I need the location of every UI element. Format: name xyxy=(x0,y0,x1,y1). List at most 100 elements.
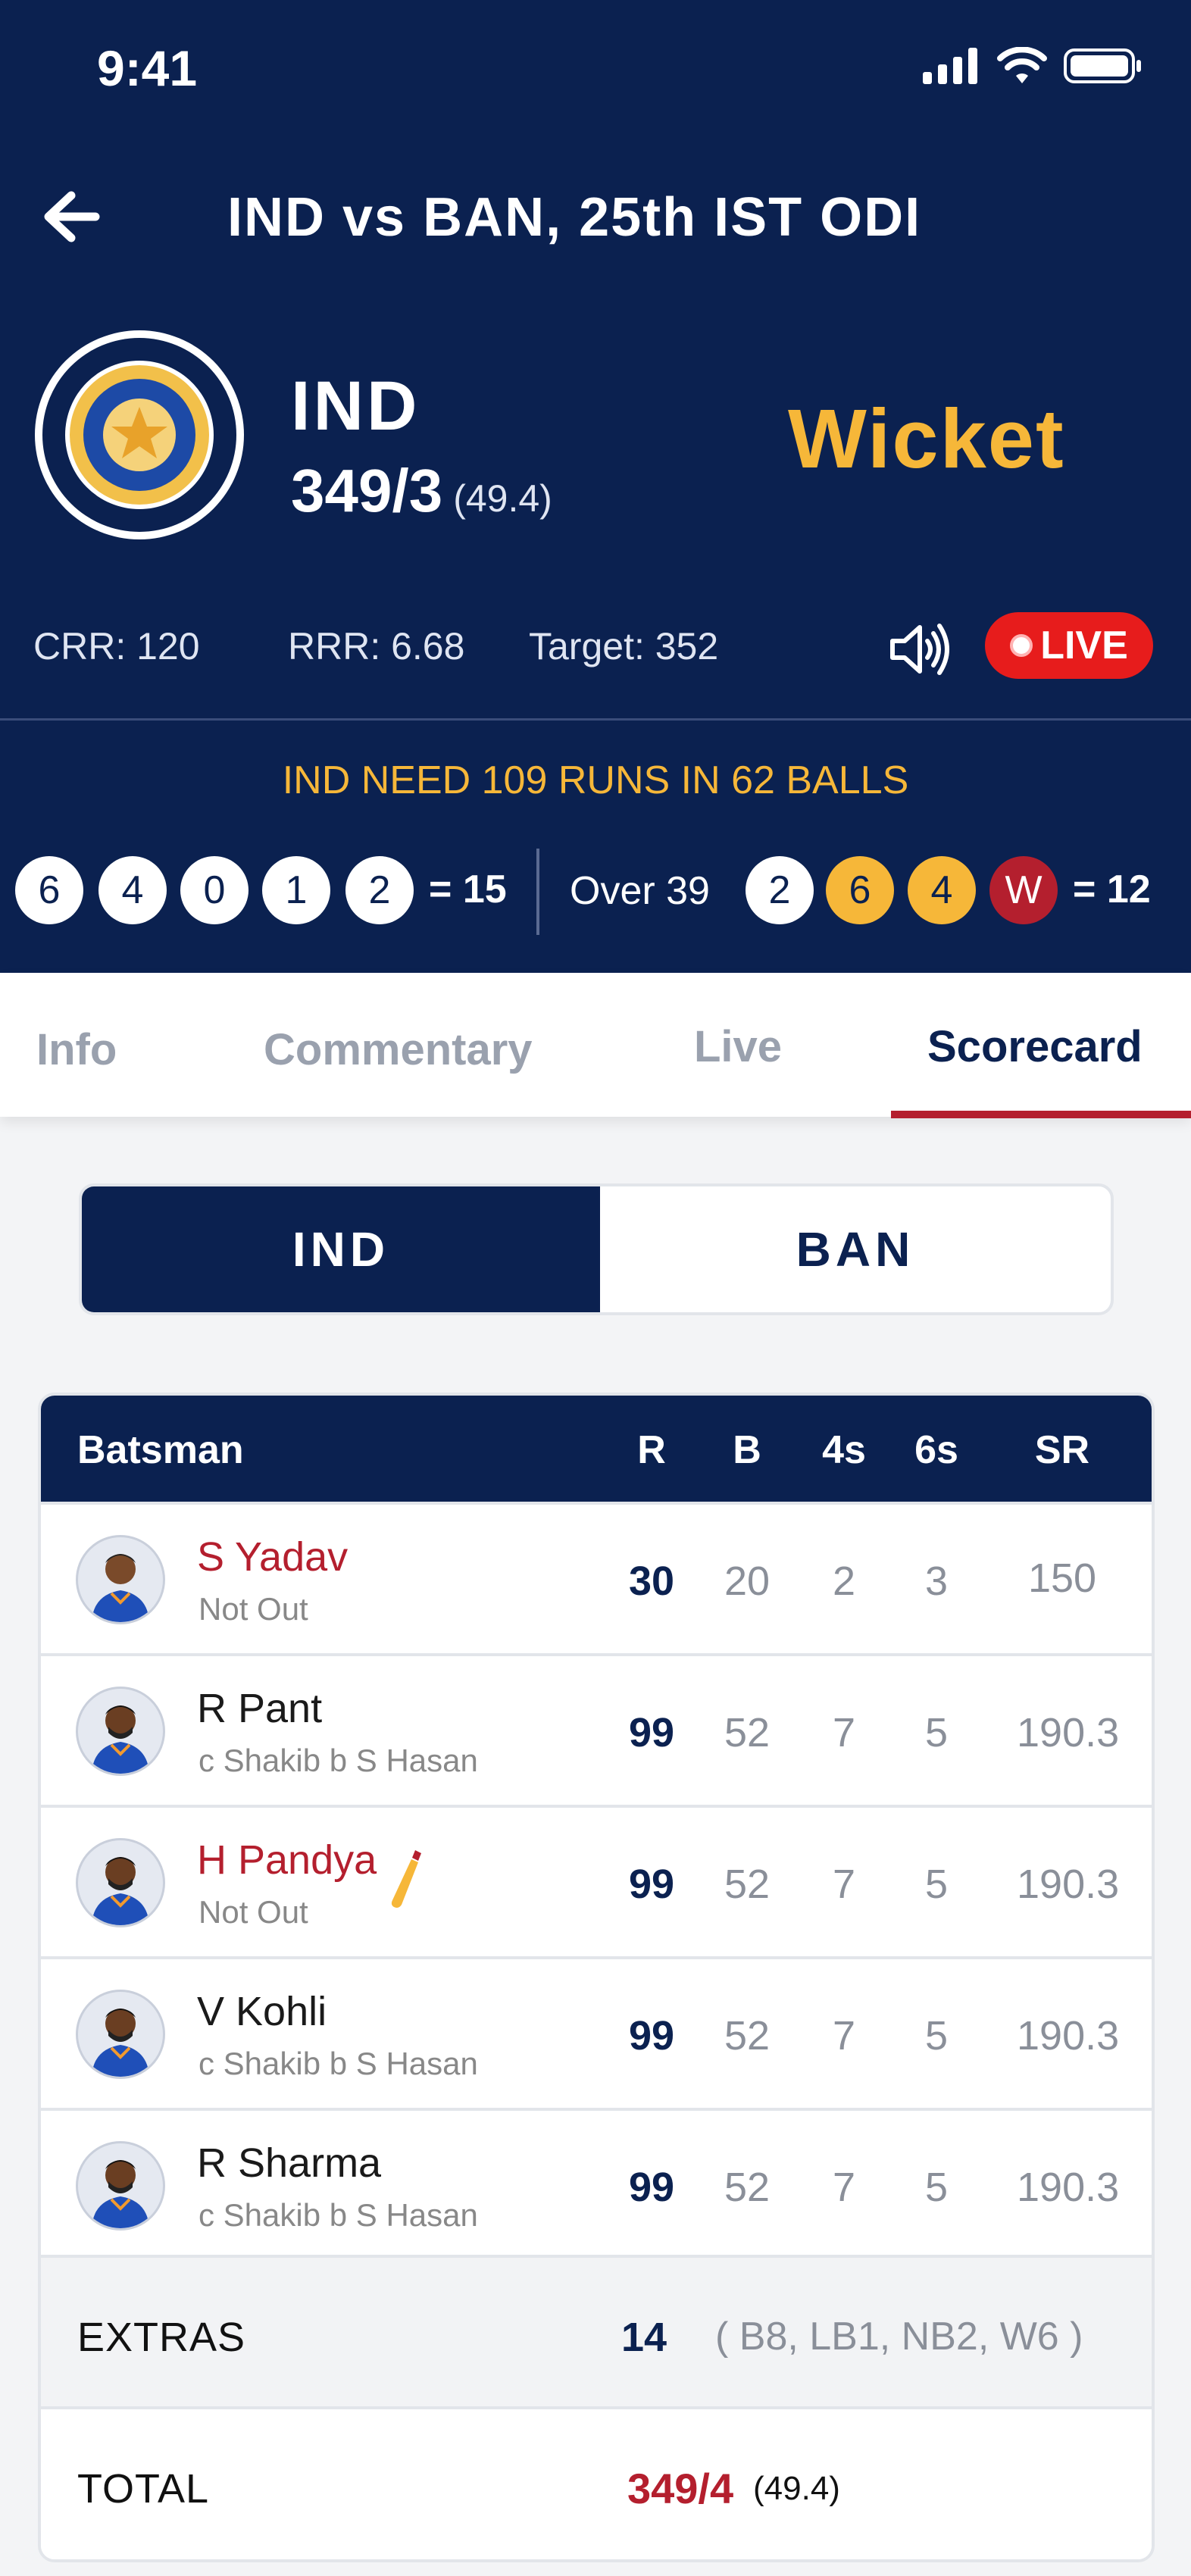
player-avatar xyxy=(76,1687,165,1776)
team-toggle-ind[interactable]: IND xyxy=(82,1186,600,1312)
speaker-icon[interactable] xyxy=(885,615,953,683)
wifi-icon xyxy=(997,47,1047,83)
tab-info[interactable]: Info xyxy=(36,1024,117,1075)
score-overs: (49.4) xyxy=(453,477,552,520)
ball: 2 xyxy=(345,856,414,924)
strike-rate: 190.3 xyxy=(1017,1862,1120,1907)
tab-live[interactable]: Live xyxy=(694,1021,782,1072)
live-dot-icon xyxy=(1010,634,1033,657)
header-r: R xyxy=(637,1428,666,1472)
live-label: LIVE xyxy=(1040,624,1128,667)
balls-faced: 52 xyxy=(724,2165,771,2210)
dismissal-info: c Shakib b S Hasan xyxy=(198,2197,478,2233)
player-avatar-icon xyxy=(92,2009,149,2077)
player-name[interactable]: R Pant xyxy=(197,1685,322,1732)
ball: 2 xyxy=(746,856,814,924)
ball: 1 xyxy=(262,856,330,924)
back-arrow-icon[interactable] xyxy=(36,182,106,252)
runs-needed-text: IND NEED 109 RUNS IN 62 BALLS xyxy=(282,758,909,802)
total-overs: (49.4) xyxy=(753,2470,840,2507)
dismissal-info: Not Out xyxy=(198,1894,308,1930)
match-header: 9:41 IND vs BAN, 25th IST ODI IND 349/3 … xyxy=(0,0,1191,973)
header-b: B xyxy=(733,1428,761,1472)
ball: 6 xyxy=(15,856,83,924)
score-runs: 349/3 xyxy=(291,457,443,524)
runs: 99 xyxy=(628,1710,675,1755)
fours: 2 xyxy=(832,1558,856,1604)
extras-detail: ( B8, LB1, NB2, W6 ) xyxy=(715,2315,1083,2359)
player-avatar xyxy=(76,1990,165,2079)
ball: 4 xyxy=(98,856,167,924)
player-name[interactable]: H Pandya xyxy=(197,1837,377,1884)
battery-icon xyxy=(1064,48,1141,83)
match-title: IND vs BAN, 25th IST ODI xyxy=(227,187,922,248)
team-logo xyxy=(35,330,244,539)
previous-over-total: = 12 xyxy=(1073,868,1151,911)
batting-scorecard: Batsman R B 4s 6s SR S Yadav Not Out 30 … xyxy=(38,1393,1155,2562)
ball-wicket: W xyxy=(989,856,1058,924)
over-separator xyxy=(536,849,539,935)
header-batsman: Batsman xyxy=(77,1428,244,1472)
team-name: IND xyxy=(291,367,420,445)
status-icons xyxy=(923,47,1143,85)
rates-row: CRR: 120 RRR: 6.68 Target: 352 xyxy=(33,624,718,668)
fours: 7 xyxy=(832,1710,856,1755)
sixes: 5 xyxy=(924,1862,949,1907)
previous-over-label: Over 39 xyxy=(570,869,710,913)
team-toggle-ban[interactable]: BAN xyxy=(600,1186,1111,1312)
player-name[interactable]: R Sharma xyxy=(197,2140,381,2187)
over-balls: 6 4 0 1 2 = 15 Over 39 2 6 4 W = 12 xyxy=(0,849,1191,935)
sixes: 5 xyxy=(924,1710,949,1755)
total-label: TOTAL xyxy=(77,2466,210,2512)
player-avatar-icon xyxy=(92,1554,149,1622)
table-header: Batsman R B 4s 6s SR xyxy=(41,1396,1152,1502)
last-event: Wicket xyxy=(788,392,1065,486)
current-over-total: = 15 xyxy=(429,868,507,911)
strike-rate: 190.3 xyxy=(1017,2013,1120,2059)
batsman-row[interactable]: H Pandya Not Out 99 52 7 5 190.3 xyxy=(41,1805,1152,1959)
ball: 0 xyxy=(180,856,249,924)
player-avatar xyxy=(76,1535,165,1624)
sixes: 3 xyxy=(924,1558,949,1604)
ball: 4 xyxy=(908,856,976,924)
player-name[interactable]: V Kohli xyxy=(197,1988,327,2035)
tab-scorecard[interactable]: Scorecard xyxy=(927,1021,1143,1072)
batsman-row[interactable]: S Yadav Not Out 30 20 2 3 150 xyxy=(41,1502,1152,1656)
live-badge[interactable]: LIVE xyxy=(985,612,1153,679)
bcci-logo-icon xyxy=(65,361,214,509)
target: Target: 352 xyxy=(529,625,719,667)
player-avatar xyxy=(76,1838,165,1927)
runs: 99 xyxy=(628,2165,675,2210)
batsman-row[interactable]: R Pant c Shakib b S Hasan 99 52 7 5 190.… xyxy=(41,1653,1152,1808)
player-name[interactable]: S Yadav xyxy=(197,1533,348,1580)
rrr: RRR: 6.68 xyxy=(288,625,465,667)
crr: CRR: 120 xyxy=(33,625,200,667)
sixes: 5 xyxy=(924,2165,949,2210)
player-avatar-icon xyxy=(92,1705,149,1774)
strike-rate: 150 xyxy=(1027,1555,1097,1601)
ball: 6 xyxy=(826,856,894,924)
batsman-row[interactable]: R Sharma c Shakib b S Hasan 99 52 7 5 19… xyxy=(41,2108,1152,2262)
header-divider xyxy=(0,718,1191,721)
sixes: 5 xyxy=(924,2013,949,2059)
batsman-row[interactable]: V Kohli c Shakib b S Hasan 99 52 7 5 190… xyxy=(41,1956,1152,2111)
dismissal-info: c Shakib b S Hasan xyxy=(198,2046,478,2081)
active-tab-indicator xyxy=(891,1111,1191,1118)
extras-value: 14 xyxy=(621,2315,667,2360)
balls-faced: 20 xyxy=(724,1558,771,1604)
total-value: 349/4 xyxy=(627,2465,734,2512)
extras-label: EXTRAS xyxy=(77,2315,246,2360)
strike-rate: 190.3 xyxy=(1017,1710,1120,1755)
header-6s: 6s xyxy=(914,1428,958,1472)
player-avatar-icon xyxy=(92,1857,149,1925)
strike-rate: 190.3 xyxy=(1017,2165,1120,2210)
runs: 99 xyxy=(628,2013,675,2059)
signal-icon xyxy=(923,48,977,84)
balls-faced: 52 xyxy=(724,1862,771,1907)
batting-bat-icon xyxy=(391,1850,421,1908)
dismissal-info: Not Out xyxy=(198,1591,308,1627)
fours: 7 xyxy=(832,2165,856,2210)
balls-faced: 52 xyxy=(724,1710,771,1755)
tab-commentary[interactable]: Commentary xyxy=(264,1024,533,1075)
extras-row: EXTRAS 14 ( B8, LB1, NB2, W6 ) xyxy=(41,2255,1152,2409)
